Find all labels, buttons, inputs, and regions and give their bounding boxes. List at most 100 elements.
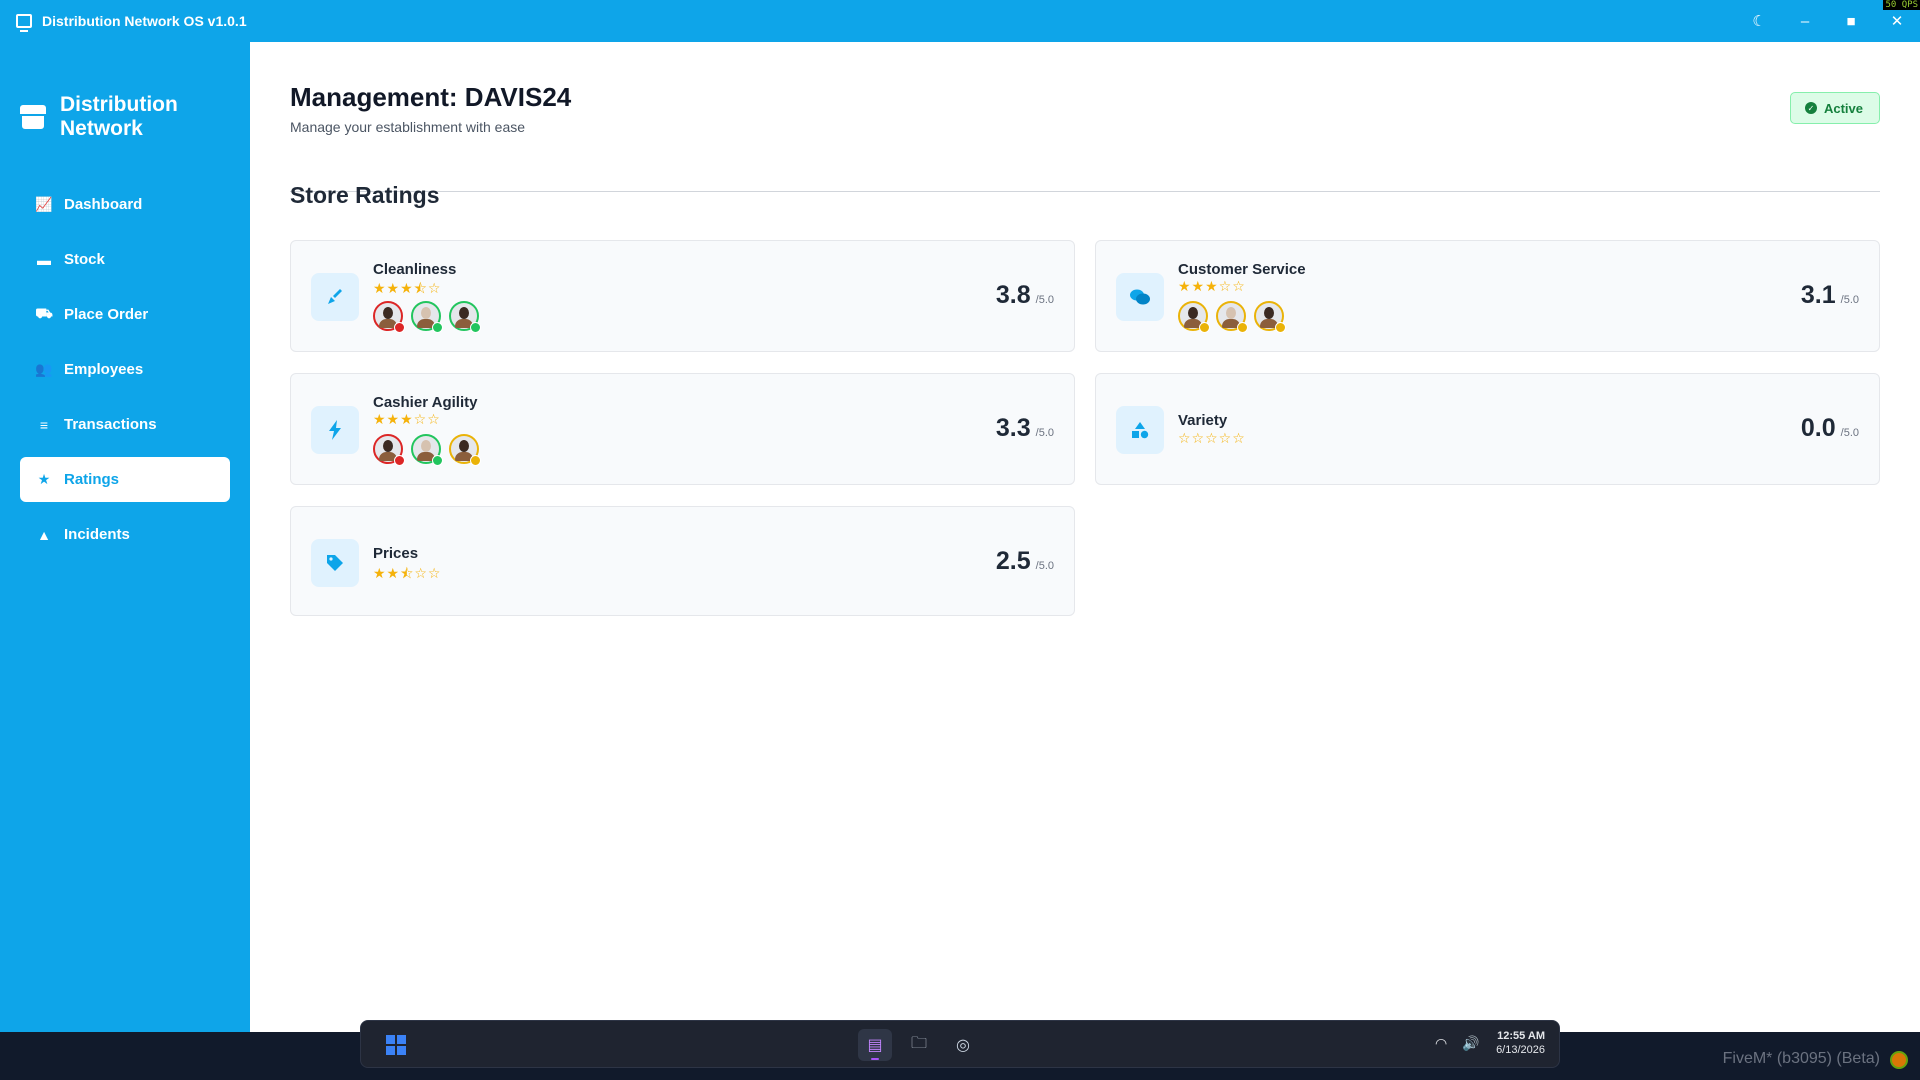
taskbar: ▤ 🗀 ◎ ◠ 🔊 12:55 AM 6/13/2026 [360, 1020, 1560, 1068]
warning-icon: ▲ [37, 526, 51, 543]
wifi-icon[interactable]: ◠ [1428, 1035, 1454, 1052]
status-dot-icon [432, 455, 443, 466]
status-dot-icon [394, 455, 405, 466]
star-icon: ★ [37, 471, 51, 487]
sidebar-item-place-order[interactable]: ⛟ Place Order [20, 292, 230, 337]
rating-score: 0.0/5.0 [1801, 414, 1859, 443]
sidebar-item-label: Dashboard [64, 196, 143, 213]
status-badge: ✓ Active [1789, 92, 1880, 124]
score-max: /5.0 [1035, 294, 1054, 306]
clock[interactable]: 12:55 AM 6/13/2026 [1496, 1029, 1545, 1057]
rating-card-customer-service: Customer Service ★★★☆☆ 3.1/5.0 [1095, 240, 1880, 352]
avatar[interactable] [449, 301, 481, 333]
sidebar-item-label: Place Order [64, 306, 149, 323]
rating-label: Customer Service [1178, 261, 1306, 278]
status-dot-icon [470, 322, 481, 333]
monitor-icon [16, 14, 32, 32]
score-value: 3.8 [995, 281, 1031, 309]
page-title: Management: DAVIS24 [290, 82, 572, 112]
main-content: Management: DAVIS24 Manage your establis… [250, 42, 1920, 1032]
sidebar-item-label: Employees [64, 361, 144, 378]
status-label: Active [1823, 100, 1863, 116]
taskbar-apps: ▤ 🗀 ◎ [858, 1029, 990, 1061]
score-max: /5.0 [1840, 427, 1859, 439]
users-icon: 👥 [35, 361, 53, 377]
section-title: Store Ratings [290, 182, 440, 208]
rating-label: Cleanliness [373, 261, 457, 278]
sidebar-item-label: Incidents [64, 526, 130, 543]
avatar[interactable] [411, 301, 443, 333]
score-value: 2.5 [995, 547, 1031, 575]
star-rating-icon: ★★★☆☆ [373, 411, 441, 427]
maximize-button[interactable]: ■ [1828, 0, 1874, 42]
rating-card-variety: Variety ☆☆☆☆☆ 0.0/5.0 [1095, 373, 1880, 485]
bolt-icon [311, 406, 359, 454]
clock-date: 6/13/2026 [1496, 1044, 1545, 1056]
status-dot-icon [1237, 322, 1248, 333]
broom-icon [311, 273, 359, 321]
chart-line-icon: 📈 [35, 196, 53, 212]
window-title: Distribution Network OS v1.0.1 [42, 13, 247, 29]
coins-icon: ≡ [39, 416, 49, 433]
sidebar-item-stock[interactable]: ▬ Stock [20, 237, 230, 282]
sidebar-item-transactions[interactable]: ≡ Transactions [20, 402, 230, 447]
sidebar-item-incidents[interactable]: ▲ Incidents [20, 512, 230, 557]
avatar[interactable] [449, 434, 481, 466]
check-circle-icon: ✓ [1804, 102, 1817, 114]
avatar[interactable] [1178, 301, 1210, 333]
score-value: 0.0 [1800, 414, 1836, 442]
store-icon[interactable]: ▤ [858, 1029, 892, 1061]
star-rating-icon: ☆☆☆☆☆ [1178, 430, 1246, 446]
store-icon [20, 105, 46, 129]
sidebar-item-label: Stock [64, 251, 105, 268]
reviewer-avatars [373, 434, 487, 466]
sidebar-item-label: Ratings [64, 471, 120, 488]
system-tray: ◠ 🔊 12:55 AM 6/13/2026 [1428, 1029, 1545, 1057]
windows-start-icon[interactable] [386, 1035, 406, 1055]
status-dot-icon [470, 455, 481, 466]
fivem-logo-icon [1890, 1051, 1908, 1069]
avatar[interactable] [411, 434, 443, 466]
brand-name: Distribution Network [60, 93, 178, 140]
brand: Distribution Network [0, 42, 250, 162]
box-icon: ▬ [37, 251, 51, 268]
clock-time: 12:55 AM [1497, 1030, 1545, 1042]
rating-score: 3.8/5.0 [996, 281, 1054, 310]
sidebar-item-ratings[interactable]: ★ Ratings [20, 457, 230, 502]
compass-icon[interactable]: ◎ [946, 1029, 980, 1061]
folder-icon[interactable]: 🗀 [902, 1029, 936, 1061]
avatar[interactable] [373, 301, 405, 333]
sidebar-item-label: Transactions [64, 416, 157, 433]
rating-score: 3.3/5.0 [996, 414, 1054, 443]
page-subtitle: Manage your establishment with ease [290, 119, 526, 135]
truck-icon: ⛟ [35, 305, 53, 321]
reviewer-avatars [373, 301, 487, 333]
sidebar: Distribution Network 📈 Dashboard ▬ Stock ⛟ Pl… [0, 42, 250, 1032]
page-header: Management: DAVIS24 Manage your establis… [290, 82, 1880, 192]
minimize-button[interactable]: – [1782, 0, 1828, 42]
reviewer-avatars [1178, 301, 1292, 333]
score-value: 3.3 [995, 414, 1031, 442]
tag-icon [311, 539, 359, 587]
score-value: 3.1 [1800, 281, 1836, 309]
comments-icon [1116, 273, 1164, 321]
avatar[interactable] [373, 434, 405, 466]
rating-label: Cashier Agility [373, 394, 478, 411]
fivem-watermark: FiveM* (b3095) (Beta) [1722, 1050, 1880, 1067]
rating-score: 2.5/5.0 [996, 547, 1054, 576]
score-max: /5.0 [1035, 560, 1054, 572]
rating-label: Prices [373, 545, 419, 562]
window-titlebar: Distribution Network OS v1.0.1 ☾ – ■ ✕ [0, 0, 1920, 42]
sidebar-item-employees[interactable]: 👥 Employees [20, 347, 230, 392]
score-max: /5.0 [1035, 427, 1054, 439]
rating-score: 3.1/5.0 [1801, 281, 1859, 310]
avatar[interactable] [1216, 301, 1248, 333]
sidebar-item-dashboard[interactable]: 📈 Dashboard [20, 182, 230, 227]
star-rating-icon: ★★★⯪☆ [373, 280, 442, 296]
volume-icon[interactable]: 🔊 [1458, 1035, 1484, 1052]
rating-card-cleanliness: Cleanliness ★★★⯪☆ 3.8/5.0 [290, 240, 1075, 352]
rating-card-cashier-agility: Cashier Agility ★★★☆☆ 3.3/5.0 [290, 373, 1075, 485]
moon-icon[interactable]: ☾ [1736, 0, 1782, 42]
avatar[interactable] [1254, 301, 1286, 333]
rating-label: Variety [1178, 412, 1228, 429]
